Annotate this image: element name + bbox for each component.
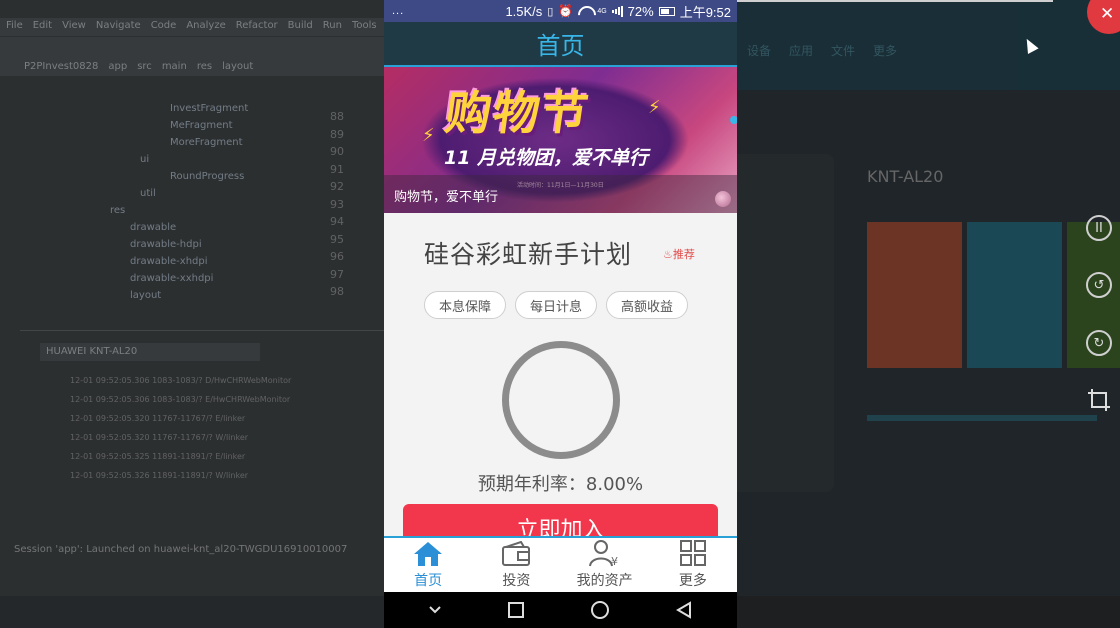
ide-android-monitor: HUAWEI KNT-AL20 12-01 09:52:05.306 1083-… (20, 330, 384, 530)
feature-chips: 本息保障 每日计息 高额收益 (424, 291, 689, 319)
svg-text:¥: ¥ (611, 555, 618, 567)
rotate-right-icon[interactable]: ↻ (1086, 330, 1112, 356)
tab-home[interactable]: 首页 (384, 538, 472, 592)
rotate-left-icon[interactable]: ↺ (1086, 272, 1112, 298)
home-icon (414, 542, 443, 566)
page-title: 首页 (384, 22, 737, 67)
tab-my-assets[interactable]: ¥ 我的资产 (561, 538, 649, 592)
ide-project-tree: InvestFragment MeFragment MoreFragment u… (110, 103, 249, 301)
wallet-icon (502, 541, 531, 566)
lightning-icon: ⚡ (648, 97, 661, 118)
feature-chip: 每日计息 (515, 291, 598, 319)
ide-background: File Edit View Navigate Code Analyze Refactor B… (0, 0, 384, 628)
clock: 上午9:52 (679, 4, 731, 20)
ide-toolbar (0, 36, 384, 58)
vibrate-icon: ▯ (547, 5, 554, 18)
product-title: 硅谷彩虹新手计划 (424, 240, 633, 269)
tab-label: 投资 (502, 573, 531, 589)
tab-label: 首页 (414, 573, 443, 589)
feature-chip: 本息保障 (424, 291, 507, 319)
signal-icon (611, 5, 623, 17)
progress-ring (502, 341, 620, 459)
android-nav-bar (384, 592, 737, 628)
notification-dots: ... (392, 5, 405, 17)
ide-menubar: File Edit View Navigate Code Analyze Refactor B… (0, 18, 384, 36)
battery-percent: 72% (627, 3, 654, 19)
net-speed: 1.5K/s (505, 3, 543, 19)
desktop-background-right: 设备 应用 文件 更多 KNT-AL20 (737, 0, 1120, 628)
ide-breadcrumb: P2PInvest0828 app src main res layout (0, 58, 384, 76)
promo-banner[interactable]: ⚡ ⚡ 购物节 11 月兑物团，爱不单行 活动时间：11月1日—11月30日 购… (384, 67, 737, 213)
ide-line-numbers: 88 89 90 91 92 93 94 95 96 97 98 (330, 110, 344, 298)
alarm-icon: ⏰ (558, 4, 574, 18)
recent-apps-square-icon[interactable] (507, 601, 525, 619)
device-preview (737, 154, 834, 492)
grid-icon (679, 540, 706, 566)
tab-label: 更多 (678, 573, 707, 589)
tab-more[interactable]: 更多 (649, 538, 737, 592)
banner-page-dot (730, 116, 737, 124)
banner-indicator (715, 191, 731, 207)
crop-icon[interactable] (1087, 388, 1111, 412)
tab-invest[interactable]: 投资 (472, 538, 560, 592)
battery-icon (658, 6, 675, 16)
status-bar: ... 1.5K/s ▯ ⏰ 4G 72% 上午9:52 (384, 0, 737, 22)
lightning-icon: ⚡ (422, 125, 435, 146)
flame-icon: ♨ (663, 248, 673, 261)
desktop-taskbar-right (737, 596, 1120, 628)
user-money-icon: ¥ (588, 540, 618, 567)
chevron-down-icon[interactable] (428, 605, 442, 615)
bottom-tab-bar: 首页 投资 ¥ 我的资产 更多 (384, 536, 737, 592)
pause-icon[interactable]: II (1086, 215, 1112, 241)
expected-rate: 预期年利率：8.00% (477, 474, 644, 495)
network-type: 4G (597, 7, 607, 15)
phone-screen: ... 1.5K/s ▯ ⏰ 4G 72% 上午9:52 首页 ⚡ ⚡ 购物节 … (384, 0, 737, 628)
desktop-taskbar-left (0, 596, 384, 628)
wifi-icon (578, 6, 592, 16)
feature-chip: 高额收益 (606, 291, 689, 319)
device-model-label: KNT-AL20 (867, 167, 944, 186)
product-card: 硅谷彩虹新手计划 ♨推荐 本息保障 每日计息 高额收益 预期年利率：8.00% … (384, 213, 737, 554)
back-triangle-icon[interactable] (675, 601, 693, 619)
banner-headline: 购物节 (441, 86, 594, 140)
banner-subline: 11 月兑物团，爱不单行 (444, 147, 649, 169)
home-circle-icon[interactable] (590, 600, 610, 620)
ide-status-bar: Session 'app': Launched on huawei-knt_al… (14, 544, 348, 555)
recommend-tag: ♨推荐 (663, 248, 695, 261)
tab-label: 我的资产 (576, 573, 633, 589)
banner-caption: 购物节，爱不单行 (384, 175, 737, 213)
